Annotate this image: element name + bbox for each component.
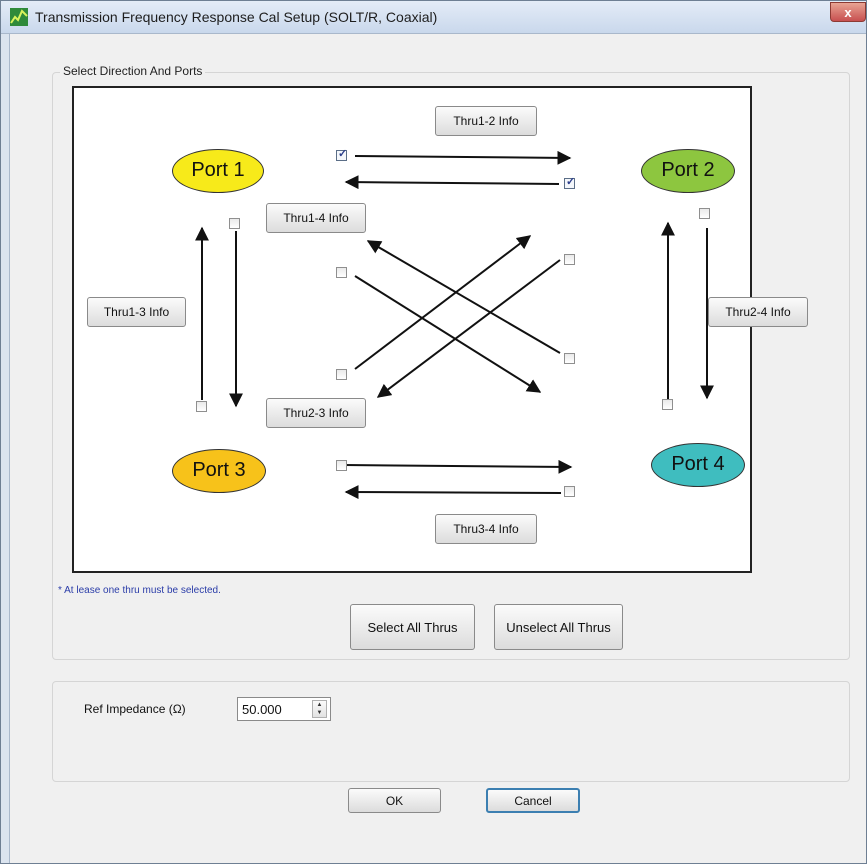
thru-checkbox-p2-to-p4[interactable] [699,208,710,219]
thru1-4-info-button[interactable]: Thru1-4 Info [266,203,366,233]
port-3-ellipse: Port 3 [172,449,266,493]
thru2-3-info-button[interactable]: Thru2-3 Info [266,398,366,428]
spin-down-icon[interactable]: ▼ [313,709,326,717]
thru-checkbox-p1-to-p4[interactable] [336,267,347,278]
window-frame [1,34,10,863]
window-title: Transmission Frequency Response Cal Setu… [35,9,438,25]
spin-buttons[interactable]: ▲ ▼ [312,700,327,718]
checkmark-icon: ✓ [338,148,348,160]
thru-checkbox-p3-to-p4[interactable] [336,460,347,471]
thru-checkbox-p4-to-p2[interactable] [662,399,673,410]
unselect-all-thrus-button[interactable]: Unselect All Thrus [494,604,623,650]
thru3-4-info-button[interactable]: Thru3-4 Info [435,514,537,544]
thru-checkbox-p2-to-p3[interactable] [564,254,575,265]
title-bar[interactable]: Transmission Frequency Response Cal Setu… [1,1,866,34]
cancel-button[interactable]: Cancel [486,788,580,813]
arrow-p4-to-p3 [344,485,562,500]
thru-checkbox-p2-to-p1[interactable]: ✓ [564,176,576,189]
close-button[interactable]: x [830,2,866,22]
thru1-2-info-button[interactable]: Thru1-2 Info [435,106,537,136]
impedance-group [52,681,850,782]
port-4-ellipse: Port 4 [651,443,745,487]
thru-checkbox-p1-to-p2[interactable]: ✓ [336,148,348,161]
ref-impedance-value[interactable]: 50.000 [242,702,282,717]
dialog-window: Transmission Frequency Response Cal Setu… [0,0,867,864]
arrow-p1-to-p4 [354,275,542,393]
arrow-p2-to-p3 [376,259,561,398]
port-diagram: Port 1 Port 2 Port 3 Port 4 Thru1-2 Info… [72,86,808,573]
ref-impedance-label: Ref Impedance (Ω) [84,702,186,716]
ref-impedance-spinbox[interactable]: 50.000 ▲ ▼ [237,697,331,721]
spin-up-icon[interactable]: ▲ [313,701,326,709]
close-icon: x [844,5,852,20]
thru1-3-info-button[interactable]: Thru1-3 Info [87,297,186,327]
port-1-ellipse: Port 1 [172,149,264,193]
thru2-4-info-button[interactable]: Thru2-4 Info [708,297,808,327]
ok-button[interactable]: OK [348,788,441,813]
checkmark-icon: ✓ [566,176,576,188]
thru-checkbox-p3-to-p1[interactable] [196,401,207,412]
direction-ports-group-title: Select Direction And Ports [60,64,206,78]
arrow-p2-to-p1 [344,175,560,190]
arrow-p1-to-p2 [354,150,572,165]
dialog-body: Select Direction And Ports Port 1 Port 2… [10,34,866,863]
port-2-ellipse: Port 2 [641,149,735,193]
selection-note: * At lease one thru must be selected. [58,585,221,596]
thru-checkbox-p4-to-p1[interactable] [564,353,575,364]
select-all-thrus-button[interactable]: Select All Thrus [350,604,475,650]
thru-checkbox-p3-to-p2[interactable] [336,369,347,380]
thru-checkbox-p4-to-p3[interactable] [564,486,575,497]
app-icon [10,8,28,26]
arrow-p3-to-p4 [343,459,573,474]
thru-checkbox-p1-to-p3[interactable] [229,218,240,229]
